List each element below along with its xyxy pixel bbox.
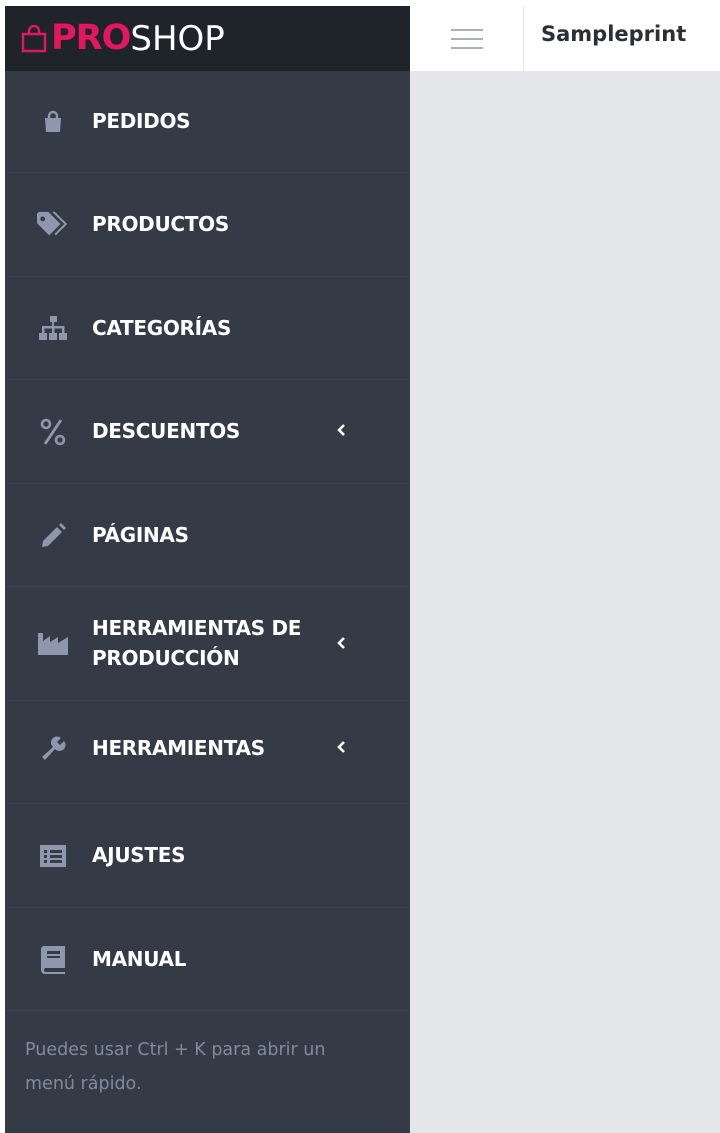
hamburger-icon <box>450 28 483 49</box>
top-bar: Sampleprint <box>410 6 720 71</box>
sitemap-icon <box>37 313 69 345</box>
chevron-left-icon <box>337 637 345 649</box>
logo-bar: PRO SHOP <box>5 6 410 71</box>
app-frame: PRO SHOP PEDIDOS PRODUCTOS CATEGORÍAS DE… <box>5 6 720 1133</box>
pencil-icon <box>37 520 69 552</box>
hint-line1: Puedes usar Ctrl + K para abrir un <box>25 1040 326 1060</box>
sidebar-menu: PEDIDOS PRODUCTOS CATEGORÍAS DESCUENTOS <box>5 71 410 1011</box>
sidebar-item-productos[interactable]: PRODUCTOS <box>5 173 410 277</box>
sidebar-item-label: PRODUCTOS <box>92 212 229 236</box>
sidebar-item-label: PÁGINAS <box>92 523 189 547</box>
industry-icon <box>37 628 69 660</box>
sidebar-item-paginas[interactable]: PÁGINAS <box>5 484 410 587</box>
sidebar-item-categorias[interactable]: CATEGORÍAS <box>5 277 410 380</box>
sidebar-item-label: HERRAMIENTAS <box>92 736 265 760</box>
sidebar-item-label: AJUSTES <box>92 843 186 867</box>
sidebar-item-label: DESCUENTOS <box>92 419 241 443</box>
main-content <box>410 71 720 1133</box>
sidebar-item-label: HERRAMIENTAS DE PRODUCCIÓN <box>92 613 322 673</box>
sidebar-item-herramientas[interactable]: HERRAMIENTAS <box>5 701 410 804</box>
sidebar-item-label-line2: PRODUCCIÓN <box>92 646 240 670</box>
sidebar-item-label: PEDIDOS <box>92 109 191 133</box>
proshop-logo[interactable]: PRO SHOP <box>19 21 225 56</box>
percent-icon <box>37 416 69 448</box>
logo-shop-text: SHOP <box>130 18 225 59</box>
chevron-left-icon <box>337 741 345 753</box>
list-icon <box>37 840 69 872</box>
sidebar-item-manual[interactable]: MANUAL <box>5 908 410 1011</box>
sidebar: PRO SHOP PEDIDOS PRODUCTOS CATEGORÍAS DE… <box>5 6 410 1133</box>
sidebar-item-label: MANUAL <box>92 947 187 971</box>
chevron-left-icon <box>337 424 345 436</box>
wrench-icon <box>37 733 69 765</box>
book-icon <box>37 944 69 976</box>
tags-icon <box>37 209 69 241</box>
sidebar-item-label-line1: HERRAMIENTAS DE <box>92 616 302 640</box>
sidebar-item-label: CATEGORÍAS <box>92 316 232 340</box>
hint-line2: menú rápido. <box>25 1074 142 1094</box>
shopping-bag-icon <box>37 106 69 138</box>
quick-menu-hint: Puedes usar Ctrl + K para abrir un menú … <box>25 1033 385 1101</box>
sidebar-item-herramientas-produccion[interactable]: HERRAMIENTAS DE PRODUCCIÓN <box>5 587 410 701</box>
shop-name[interactable]: Sampleprint <box>541 6 686 71</box>
sidebar-item-ajustes[interactable]: AJUSTES <box>5 804 410 908</box>
sidebar-item-pedidos[interactable]: PEDIDOS <box>5 71 410 173</box>
sidebar-item-descuentos[interactable]: DESCUENTOS <box>5 380 410 484</box>
shopping-bag-logo-icon <box>21 24 47 52</box>
logo-pro-text: PRO <box>51 18 131 58</box>
hamburger-button[interactable] <box>410 6 524 71</box>
